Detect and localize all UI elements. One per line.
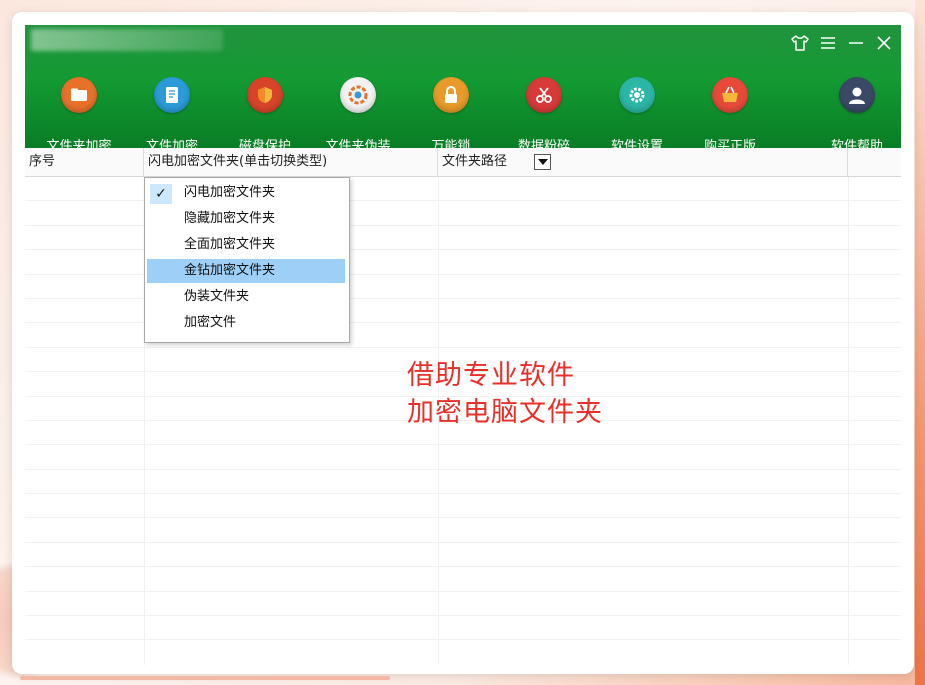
toolbar-label: 购买正版 [703, 139, 756, 148]
file-encrypt-button[interactable]: 文件加密 [128, 77, 216, 148]
gear-icon [619, 77, 655, 113]
buy-button[interactable]: 购买正版 [686, 77, 774, 148]
folder-encrypt-button[interactable]: 文件夹加密 [35, 77, 123, 148]
disk-shield-icon [247, 77, 283, 113]
background-decoration-right [915, 0, 925, 685]
dropdown-option[interactable]: 隐藏加密文件夹 [147, 207, 345, 231]
table-row[interactable] [25, 567, 901, 592]
table-row[interactable] [25, 592, 901, 617]
close-icon[interactable] [873, 33, 895, 55]
column-header-path[interactable]: 文件夹路径 [438, 148, 848, 176]
table-row[interactable] [25, 494, 901, 519]
minimize-icon[interactable] [845, 33, 867, 55]
disk-protect-button[interactable]: 磁盘保护 [221, 77, 309, 148]
table-row[interactable] [25, 518, 901, 543]
column-header-type[interactable]: 闪电加密文件夹(单击切换类型) [144, 148, 551, 176]
help-button[interactable]: 软件帮助 [813, 77, 901, 148]
dropdown-option[interactable]: 伪装文件夹 [147, 285, 345, 309]
toolbar-label: 文件夹伪装 [325, 139, 391, 148]
user-help-icon [839, 77, 875, 113]
menu-icon[interactable] [817, 33, 839, 55]
app-logo-blurred [31, 29, 223, 51]
window-controls [789, 33, 895, 55]
column-header-index[interactable]: 序号 [25, 148, 144, 176]
dropdown-option[interactable]: 全面加密文件夹 [147, 233, 345, 257]
title-bar: 文件夹加密 文件加密 磁盘保护 文件夹伪装 万能锁 数据粉碎 软件设置 购买正版… [25, 25, 901, 148]
dropdown-option-highlighted[interactable]: 金钻加密文件夹 [147, 259, 345, 283]
toolbar-label: 软件帮助 [830, 139, 883, 148]
folder-lock-icon [61, 77, 97, 113]
checkmark-icon: ✓ [150, 184, 172, 204]
toolbar-label: 磁盘保护 [238, 139, 291, 148]
universal-lock-button[interactable]: 万能锁 [407, 77, 495, 148]
toolbar-label: 数据粉碎 [517, 139, 570, 148]
settings-button[interactable]: 软件设置 [593, 77, 681, 148]
dropdown-option[interactable]: 加密文件 [147, 311, 345, 335]
dropdown-option[interactable]: ✓ 闪电加密文件夹 [147, 181, 345, 205]
file-lock-icon [154, 77, 190, 113]
toolbar-label: 文件加密 [145, 139, 198, 148]
column-header-type-label: 闪电加密文件夹(单击切换类型) [148, 154, 328, 169]
progress-bar-decoration [20, 676, 390, 680]
toolbar-label: 文件夹加密 [46, 139, 112, 148]
data-shred-button[interactable]: 数据粉碎 [500, 77, 588, 148]
grid-header: 序号 闪电加密文件夹(单击切换类型) 文件夹路径 [25, 148, 901, 177]
table-row[interactable] [25, 470, 901, 495]
caption-overlay: 借助专业软件 加密电脑文件夹 [407, 357, 603, 431]
app-window: 文件夹加密 文件加密 磁盘保护 文件夹伪装 万能锁 数据粉碎 软件设置 购买正版… [25, 25, 901, 665]
disguise-icon [340, 77, 376, 113]
scissors-icon [526, 77, 562, 113]
folder-disguise-button[interactable]: 文件夹伪装 [314, 77, 402, 148]
padlock-icon [433, 77, 469, 113]
table-row[interactable] [25, 445, 901, 470]
window-card: 文件夹加密 文件加密 磁盘保护 文件夹伪装 万能锁 数据粉碎 软件设置 购买正版… [12, 12, 914, 674]
caption-line: 借助专业软件 [407, 360, 575, 391]
toolbar-label: 软件设置 [610, 139, 663, 148]
shirt-icon[interactable] [789, 33, 811, 55]
table-row[interactable] [25, 543, 901, 568]
basket-icon [712, 77, 748, 113]
toolbar: 文件夹加密 文件加密 磁盘保护 文件夹伪装 万能锁 数据粉碎 软件设置 购买正版… [25, 77, 901, 148]
toolbar-label: 万能锁 [431, 139, 471, 148]
table-row[interactable] [25, 616, 901, 641]
encryption-type-dropdown: ✓ 闪电加密文件夹 隐藏加密文件夹 全面加密文件夹 金钻加密文件夹 伪装文件夹 … [144, 177, 350, 343]
caption-line: 加密电脑文件夹 [407, 397, 603, 428]
